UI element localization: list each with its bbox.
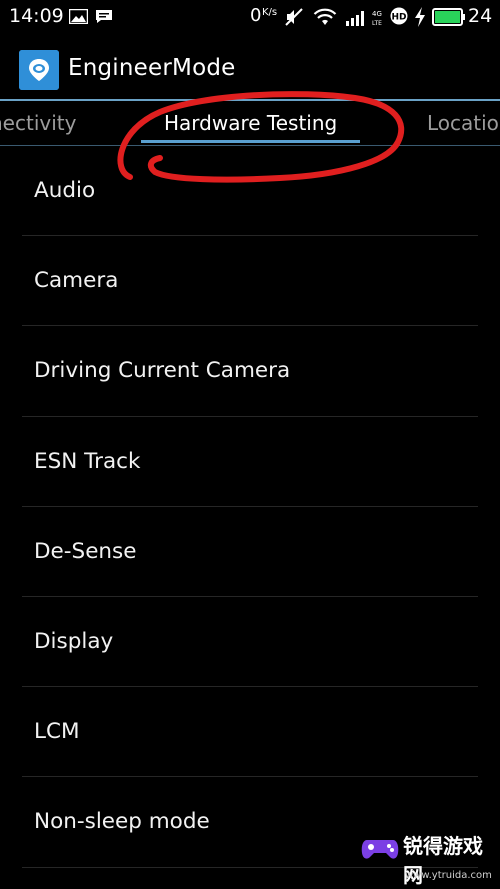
list-item[interactable]: Display	[0, 597, 500, 688]
list-item-label: LCM	[34, 719, 80, 745]
lte-icon: 4G LTE	[372, 10, 382, 27]
watermark-url: www.ytruida.com	[405, 870, 492, 881]
message-icon	[96, 10, 112, 23]
list-item[interactable]: Camera	[0, 236, 500, 327]
list-item-label: De-Sense	[34, 538, 137, 564]
list-item-label: ESN Track	[34, 448, 141, 474]
svg-text:LTE: LTE	[372, 20, 382, 27]
signal-icon	[346, 11, 364, 26]
watermark: 锐得游戏网 www.ytruida.com	[355, 820, 500, 889]
list-item[interactable]: LCM	[0, 687, 500, 778]
tab-connectivity[interactable]: nectivity	[0, 111, 76, 135]
list-item-label: Display	[34, 628, 114, 654]
page-title: EngineerMode	[68, 55, 236, 81]
active-tab-indicator	[141, 140, 360, 143]
battery-level: 24	[468, 5, 493, 27]
tab-location[interactable]: Locatio	[427, 111, 499, 135]
net-speed-value: 0	[250, 5, 262, 26]
battery-icon	[432, 8, 465, 26]
net-speed-unit: K/s	[262, 7, 278, 18]
list-item[interactable]: ESN Track	[0, 417, 500, 507]
list-item[interactable]: Audio	[0, 146, 500, 237]
wifi-icon	[313, 8, 337, 25]
engineer-mode-logo-icon	[19, 50, 59, 90]
tab-hardware-testing[interactable]: Hardware Testing	[164, 111, 337, 135]
charging-icon	[415, 7, 425, 27]
list-item-label: Audio	[34, 178, 96, 203]
hd-icon: HD	[390, 7, 408, 25]
gamepad-logo-icon	[361, 840, 399, 859]
app-icon	[19, 50, 59, 90]
list-item-label: Non-sleep mode	[34, 809, 210, 835]
status-time: 14:09	[9, 5, 64, 27]
image-icon	[69, 9, 88, 24]
title-bar: EngineerMode	[0, 36, 500, 100]
hardware-testing-list: Audio Camera Driving Current Camera ESN …	[0, 146, 500, 868]
svg-text:4G: 4G	[372, 10, 382, 18]
list-item-label: Driving Current Camera	[34, 358, 291, 384]
mute-icon	[285, 8, 303, 26]
svg-text:HD: HD	[391, 13, 406, 23]
list-item-label: Camera	[34, 268, 119, 294]
list-item[interactable]: Driving Current Camera	[0, 326, 500, 417]
status-bar: 14:09 0 K/s 4G LTE HD 24	[0, 0, 500, 36]
list-item[interactable]: De-Sense	[0, 507, 500, 597]
